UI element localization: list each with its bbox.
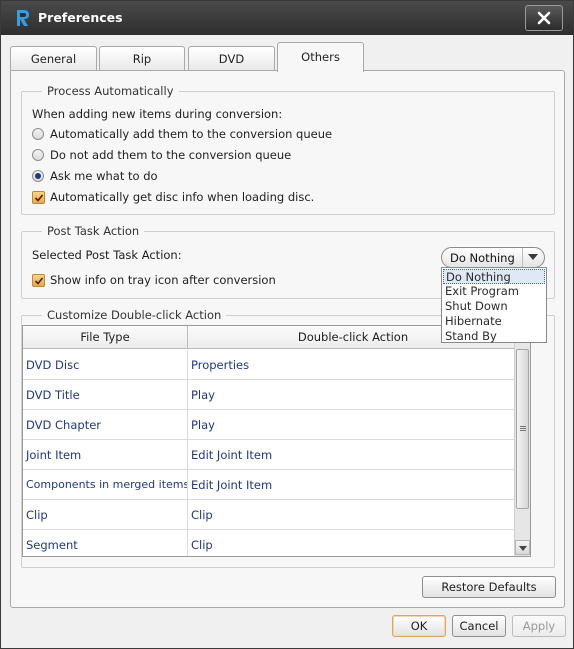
action-cell[interactable]: Play (188, 410, 518, 440)
file-type-cell: Components in merged items (23, 470, 188, 500)
action-cell[interactable]: Play (188, 380, 518, 410)
action-cell[interactable]: Edit Joint Item (188, 440, 518, 470)
ok-button[interactable]: OK (392, 615, 446, 637)
do-not-add-radio[interactable] (32, 149, 44, 161)
action-cell[interactable]: Clip (188, 500, 518, 530)
table-scrollbar[interactable] (514, 326, 530, 556)
disc-info-label[interactable]: Automatically get disc info when loading… (50, 190, 314, 204)
tab-general[interactable]: General (10, 46, 97, 71)
file-type-cell: Segment (23, 530, 188, 556)
checkmark-icon (34, 194, 44, 202)
auto-add-label[interactable]: Automatically add them to the conversion… (50, 127, 332, 141)
tab-rip[interactable]: Rip (99, 46, 185, 71)
restore-defaults-button[interactable]: Restore Defaults (422, 576, 556, 598)
disc-info-checkbox[interactable] (32, 191, 45, 204)
table-row[interactable]: Components in merged items Edit Joint It… (23, 470, 518, 500)
option-do-nothing[interactable]: Do Nothing (443, 269, 545, 284)
tray-info-checkbox[interactable] (32, 274, 45, 287)
post-task-selected-value: Do Nothing (450, 251, 515, 265)
process-automatically-group: Process Automatically When adding new it… (21, 84, 555, 215)
preferences-window: Preferences General Rip DVD Others Proce… (0, 0, 574, 649)
app-logo-icon (15, 9, 31, 27)
checkmark-icon (34, 277, 44, 285)
dropdown-arrow-icon[interactable] (522, 248, 544, 267)
table-row[interactable]: DVD Chapter Play (23, 410, 518, 440)
option-shut-down[interactable]: Shut Down (443, 299, 545, 314)
post-task-group-legend: Post Task Action (42, 224, 145, 238)
tab-dvd[interactable]: DVD (188, 46, 275, 71)
apply-button[interactable]: Apply (512, 615, 566, 637)
option-hibernate[interactable]: Hibernate (443, 314, 545, 329)
window-title: Preferences (38, 10, 123, 25)
ask-me-radio[interactable] (32, 170, 44, 182)
action-cell[interactable]: Clip (188, 530, 518, 556)
close-icon (537, 11, 551, 25)
table-row[interactable]: DVD Title Play (23, 380, 518, 410)
file-type-cell: Clip (23, 500, 188, 530)
option-stand-by[interactable]: Stand By (443, 329, 545, 344)
title-bar: Preferences (1, 1, 573, 35)
table-row[interactable]: DVD Disc Properties (23, 350, 518, 380)
ask-me-label[interactable]: Ask me what to do (50, 169, 158, 183)
table-row[interactable]: Joint Item Edit Joint Item (23, 440, 518, 470)
action-cell[interactable]: Edit Joint Item (188, 470, 518, 500)
others-panel: Process Automatically When adding new it… (10, 70, 565, 608)
table-row[interactable]: Clip Clip (23, 500, 518, 530)
tray-info-label[interactable]: Show info on tray icon after conversion (50, 273, 276, 287)
scrollbar-thumb[interactable] (516, 349, 529, 509)
process-intro-text: When adding new items during conversion: (32, 107, 283, 121)
action-cell[interactable]: Properties (188, 350, 518, 380)
file-type-cell: Joint Item (23, 440, 188, 470)
close-button[interactable] (525, 5, 563, 31)
double-click-table: File Type Double-click Action DVD Disc P… (22, 325, 531, 557)
do-not-add-label[interactable]: Do not add them to the conversion queue (50, 148, 291, 162)
file-type-cell: DVD Chapter (23, 410, 188, 440)
option-exit-program[interactable]: Exit Program (443, 284, 545, 299)
column-header-file-type[interactable]: File Type (23, 326, 188, 349)
post-task-selected-label: Selected Post Task Action: (32, 248, 182, 262)
post-task-select[interactable]: Do Nothing (441, 247, 545, 268)
table-row[interactable]: Segment Clip (23, 530, 518, 556)
tab-others[interactable]: Others (277, 42, 364, 72)
auto-add-radio[interactable] (32, 128, 44, 140)
cancel-button[interactable]: Cancel (452, 615, 506, 637)
process-group-legend: Process Automatically (42, 84, 179, 98)
double-click-group-legend: Customize Double-click Action (42, 308, 227, 322)
file-type-cell: DVD Title (23, 380, 188, 410)
post-task-dropdown-list: Do Nothing Exit Program Shut Down Hibern… (441, 267, 547, 343)
file-type-cell: DVD Disc (23, 350, 188, 380)
scroll-down-icon[interactable] (515, 540, 530, 555)
